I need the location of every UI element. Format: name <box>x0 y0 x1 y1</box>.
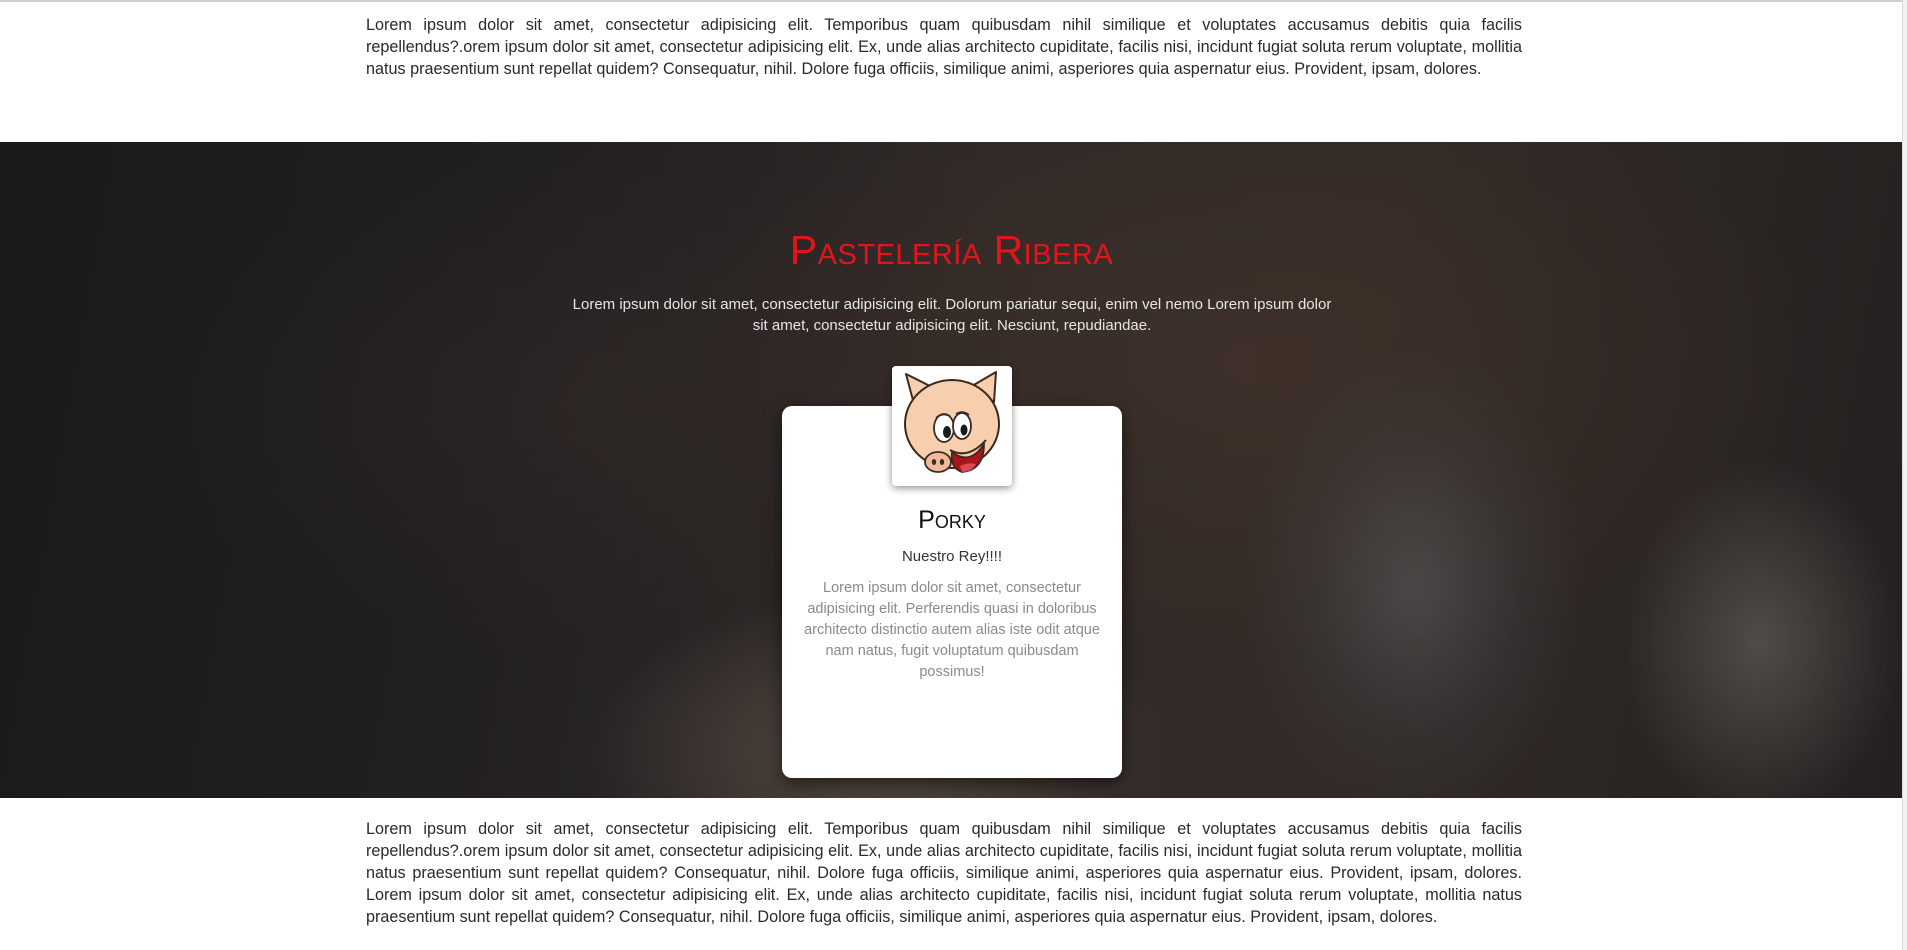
hero-section: Pastelería Ribera Lorem ipsum dolor sit … <box>0 142 1903 798</box>
page: Lorem ipsum dolor sit amet, consectetur … <box>0 0 1907 950</box>
intro-paragraph: Lorem ipsum dolor sit amet, consectetur … <box>366 16 1522 78</box>
card-role: Nuestro Rey!!!! <box>901 548 1003 565</box>
scrollbar-track[interactable] <box>1902 0 1907 950</box>
porky-pig-avatar-icon <box>892 366 1012 486</box>
outro-paragraph: Lorem ipsum dolor sit amet, consectetur … <box>366 820 1522 926</box>
hero-title: Pastelería Ribera <box>789 227 1114 273</box>
top-divider <box>0 0 1907 2</box>
hero-subtitle: Lorem ipsum dolor sit amet, consectetur … <box>572 296 1332 334</box>
card-name: Porky <box>918 506 986 534</box>
card-description: Lorem ipsum dolor sit amet, consectetur … <box>804 580 1100 680</box>
